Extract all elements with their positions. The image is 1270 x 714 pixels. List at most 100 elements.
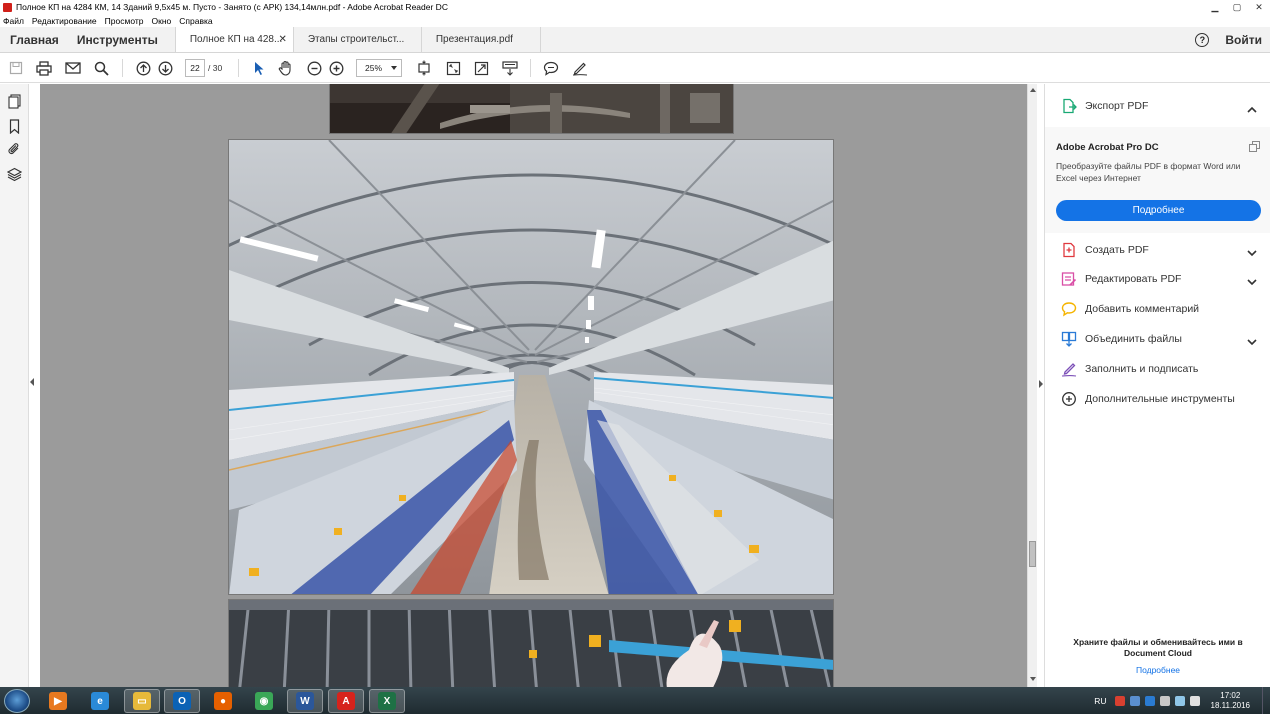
- email-icon[interactable]: [64, 59, 82, 77]
- add-comment-tool[interactable]: Добавить комментарий: [1045, 296, 1270, 322]
- pdf-page-photo-top: [329, 84, 734, 134]
- document-cloud-promo: Храните файлы и обменивайтесь ими в Docu…: [1045, 637, 1270, 675]
- taskbar-app-outlook[interactable]: O: [164, 689, 200, 713]
- tray-app-icon[interactable]: [1129, 695, 1140, 706]
- network-icon[interactable]: [1174, 695, 1185, 706]
- full-screen-icon[interactable]: [472, 59, 490, 77]
- menu-view[interactable]: Просмотр: [105, 16, 144, 26]
- taskbar-app-acrobat-reader[interactable]: A: [328, 689, 364, 713]
- toolbar: 22 / 30 25%: [0, 53, 1270, 83]
- comment-icon[interactable]: [542, 59, 560, 77]
- expand-left-panel-icon[interactable]: [30, 378, 34, 386]
- document-view[interactable]: [40, 84, 1027, 687]
- menu-edit[interactable]: Редактирование: [32, 16, 97, 26]
- tray-app-icon[interactable]: [1144, 695, 1155, 706]
- tool-label: Дополнительные инструменты: [1085, 393, 1235, 405]
- taskbar-app-media-player[interactable]: ▶: [40, 689, 76, 713]
- copy-icon[interactable]: [1249, 141, 1260, 155]
- print-icon[interactable]: [35, 59, 53, 77]
- taskbar-app-internet-explorer[interactable]: e: [82, 689, 118, 713]
- help-icon[interactable]: ?: [1195, 32, 1210, 47]
- bookmark-icon[interactable]: [7, 119, 22, 135]
- sign-in-button[interactable]: Войти: [1225, 33, 1262, 47]
- tool-label: Объединить файлы: [1085, 333, 1182, 345]
- taskbar-app-chrome[interactable]: ◉: [246, 689, 282, 713]
- chevron-down-icon[interactable]: [1247, 275, 1257, 289]
- taskbar-app-excel[interactable]: X: [369, 689, 405, 713]
- doc-tab-1[interactable]: Полное КП на 428... ✕: [174, 27, 293, 52]
- chevron-up-icon[interactable]: [1247, 102, 1257, 116]
- learn-more-button[interactable]: Подробнее: [1056, 200, 1261, 221]
- clock-time: 17:02: [1220, 690, 1241, 700]
- collapse-right-panel-icon[interactable]: [1039, 380, 1043, 388]
- show-desktop-button[interactable]: [1262, 687, 1270, 714]
- window-title: Полное КП на 4284 КМ, 14 Зданий 9,5х45 м…: [16, 2, 448, 12]
- excel-icon: X: [378, 692, 396, 710]
- close-tab-icon[interactable]: ✕: [278, 34, 286, 45]
- zoom-dropdown[interactable]: 25%: [356, 59, 402, 77]
- previous-page-icon[interactable]: [134, 59, 152, 77]
- tray-app-icon[interactable]: [1159, 695, 1170, 706]
- minimize-button[interactable]: ▁: [1204, 0, 1226, 14]
- more-tools-tool[interactable]: Дополнительные инструменты: [1045, 386, 1270, 412]
- scrollbar-thumb[interactable]: [1029, 541, 1036, 567]
- export-pdf-tool[interactable]: Экспорт PDF: [1045, 93, 1270, 119]
- zoom-out-icon[interactable]: [305, 59, 323, 77]
- clock[interactable]: 17:02 18.11.2016: [1211, 691, 1250, 711]
- tab-tools[interactable]: Инструменты: [68, 27, 167, 52]
- menu-file[interactable]: Файл: [3, 16, 24, 26]
- document-scrollbar[interactable]: [1027, 84, 1037, 687]
- clock-date: 18.11.2016: [1210, 700, 1250, 710]
- attachment-icon[interactable]: [7, 142, 22, 157]
- tab-home[interactable]: Главная: [0, 27, 68, 52]
- document-cloud-text: Храните файлы и обменивайтесь ими в Docu…: [1073, 637, 1243, 658]
- doc-tab-3[interactable]: Презентация.pdf: [420, 27, 541, 52]
- chevron-down-icon[interactable]: [1247, 335, 1257, 349]
- volume-icon[interactable]: [1189, 695, 1200, 706]
- scroll-up-icon[interactable]: [1030, 88, 1036, 92]
- page-thumbnails-icon[interactable]: [7, 94, 22, 109]
- doc-tab-label: Презентация.pdf: [435, 34, 513, 45]
- scroll-down-icon[interactable]: [1030, 677, 1036, 681]
- page-number-input[interactable]: 22: [185, 59, 205, 77]
- menu-help[interactable]: Справка: [179, 16, 212, 26]
- tool-label: Добавить комментарий: [1085, 303, 1200, 315]
- export-pdf-label: Экспорт PDF: [1085, 100, 1149, 112]
- promo-title: Adobe Acrobat Pro DC: [1056, 142, 1159, 153]
- maximize-button[interactable]: ▢: [1226, 0, 1248, 14]
- windows-taskbar: ▶ e ▭ O ● ◉ W A X RU 17:02 18.11.2016: [0, 687, 1270, 714]
- sign-pen-icon[interactable]: [571, 59, 589, 77]
- zoom-in-icon[interactable]: [327, 59, 345, 77]
- tray-app-icon[interactable]: [1114, 695, 1125, 706]
- search-icon[interactable]: [92, 59, 110, 77]
- combine-files-tool[interactable]: Объединить файлы: [1045, 326, 1270, 352]
- export-pdf-icon: [1061, 98, 1077, 114]
- document-cloud-link[interactable]: Подробнее: [1045, 665, 1270, 675]
- doc-tab-2[interactable]: Этапы строительст...: [292, 27, 421, 52]
- hand-tool-icon[interactable]: [277, 59, 295, 77]
- zoom-value: 25%: [365, 63, 383, 73]
- create-pdf-tool[interactable]: Создать PDF: [1045, 237, 1270, 263]
- create-pdf-icon: [1061, 242, 1077, 258]
- next-page-icon[interactable]: [156, 59, 174, 77]
- close-button[interactable]: ✕: [1248, 0, 1270, 14]
- start-button[interactable]: [4, 689, 30, 713]
- scroll-mode-icon[interactable]: [501, 59, 519, 77]
- layers-icon[interactable]: [6, 167, 23, 182]
- fit-width-icon[interactable]: [444, 59, 462, 77]
- language-indicator[interactable]: RU: [1094, 696, 1106, 706]
- edit-pdf-tool[interactable]: Редактировать PDF: [1045, 266, 1270, 292]
- taskbar-app-word[interactable]: W: [287, 689, 323, 713]
- fill-sign-tool[interactable]: Заполнить и подписать: [1045, 356, 1270, 382]
- acrobat-reader-icon: A: [337, 692, 355, 710]
- file-explorer-icon: ▭: [133, 692, 151, 710]
- left-navigation-rail: [0, 84, 29, 687]
- select-tool-icon[interactable]: [250, 59, 268, 77]
- taskbar-app-file-explorer[interactable]: ▭: [124, 689, 160, 713]
- media-player-icon: ▶: [49, 692, 67, 710]
- save-icon[interactable]: [7, 59, 25, 77]
- chevron-down-icon[interactable]: [1247, 246, 1257, 260]
- menu-window[interactable]: Окно: [152, 16, 172, 26]
- taskbar-app-firefox[interactable]: ●: [205, 689, 241, 713]
- page-fit-icon[interactable]: [415, 59, 433, 77]
